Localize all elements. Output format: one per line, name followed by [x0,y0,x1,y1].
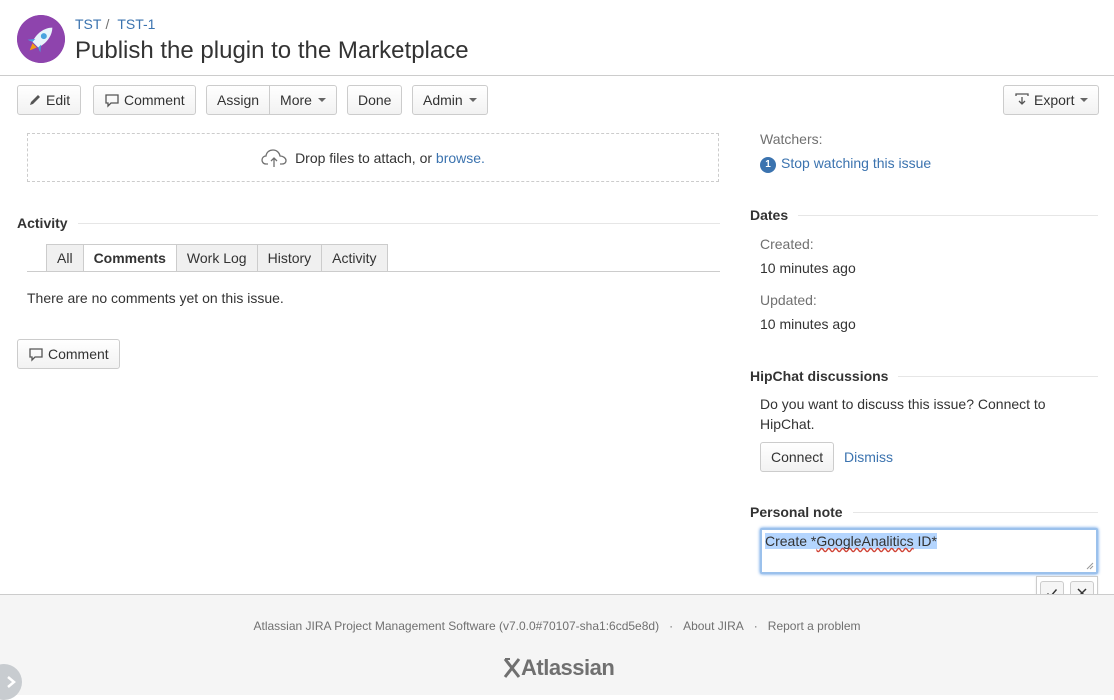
issue-title[interactable]: Publish the plugin to the Marketplace [75,37,469,65]
dropzone-text: Drop files to attach, or [295,149,433,166]
issue-header: TST / TST-1 Publish the plugin to the Mark… [0,0,1114,76]
done-button[interactable]: Done [347,85,403,115]
dates-heading-label: Dates [750,207,789,223]
edit-button[interactable]: Edit [17,85,82,115]
chevron-down-icon [468,98,477,102]
watchers-label: Watchers: [760,131,823,147]
download-icon [1015,93,1029,105]
updated-label: Updated: [760,292,817,308]
dates-heading: Dates [750,207,1098,223]
hipchat-message: Do you want to discuss this issue? Conne… [760,396,1046,432]
chevron-down-icon [1080,98,1089,102]
resize-handle-icon[interactable] [1086,562,1094,570]
speech-bubble-icon [29,348,43,362]
hipchat-heading-label: HipChat discussions [750,368,889,384]
tab-history-label: History [267,250,312,266]
more-dropdown-button[interactable]: More [270,85,337,115]
edit-button-label: Edit [46,92,71,108]
attachment-dropzone[interactable]: Drop files to attach, or browse. [27,133,719,182]
tab-all-label: All [57,250,73,266]
pencil-icon [30,95,40,105]
divider [798,214,1098,216]
comment-button[interactable]: Comment [93,85,196,115]
about-jira-link[interactable]: About JIRA [683,619,744,633]
connect-button[interactable]: Connect [760,442,835,472]
more-button-label: More [280,92,312,108]
activity-tabs: All Comments Work Log History Activity [46,244,388,272]
chevron-down-icon [317,98,326,102]
cloud-upload-icon [261,148,287,167]
divider [852,511,1098,513]
atlassian-logo[interactable]: Atlassian [503,655,615,681]
activity-heading-label: Activity [17,215,68,231]
tab-comments-label: Comments [93,250,166,266]
tab-all[interactable]: All [46,244,83,272]
atlassian-x-icon [503,658,521,678]
browse-link[interactable]: browse. [436,150,485,166]
note-text-suffix: ID* [913,533,937,549]
footer-separator: · [753,619,758,633]
no-comments-message: There are no comments yet on this issue. [27,290,284,306]
done-button-label: Done [358,92,392,108]
tabs-underline [27,271,720,272]
created-label: Created: [760,236,814,252]
tab-work-log[interactable]: Work Log [175,244,257,272]
tab-activity-label: Activity [332,250,377,266]
chevron-right-icon [7,676,16,688]
tab-work-log-label: Work Log [186,250,247,266]
export-button-label: Export [1034,92,1075,108]
note-text-misspelled: GoogleAnalitics [816,533,914,549]
tab-comments[interactable]: Comments [82,244,176,272]
export-dropdown-button[interactable]: Export [1003,85,1100,115]
speech-bubble-icon [105,94,119,108]
footer-links: Atlassian JIRA Project Management Softwa… [0,619,1114,633]
tab-activity[interactable]: Activity [321,244,388,272]
footer-separator: · [669,619,674,633]
breadcrumb-separator: / [105,16,110,32]
assign-more-group: Assign More [206,85,337,115]
created-value: 10 minutes ago [760,260,856,276]
atlassian-logo-text: Atlassian [521,655,615,680]
hipchat-heading: HipChat discussions [750,368,1098,384]
divider [77,222,720,224]
connect-button-label: Connect [771,449,824,465]
watch-toggle: 1 Stop watching this issue [760,155,931,173]
assign-button-label: Assign [217,92,260,108]
footer-version-link[interactable]: Atlassian JIRA Project Management Softwa… [254,619,660,633]
comment-button-label: Comment [124,92,185,108]
updated-value: 10 minutes ago [760,316,856,332]
personal-note-heading-label: Personal note [750,504,843,520]
breadcrumb-project-link[interactable]: TST [75,16,101,32]
dismiss-link[interactable]: Dismiss [844,449,893,465]
add-comment-button[interactable]: Comment [17,339,120,369]
divider [898,375,1098,377]
breadcrumb-issue-link[interactable]: TST-1 [117,16,155,32]
assign-button[interactable]: Assign [206,85,271,115]
page-footer: Atlassian JIRA Project Management Softwa… [0,594,1114,695]
admin-button-label: Admin [423,92,463,108]
stop-watching-link[interactable]: Stop watching this issue [781,155,931,171]
activity-heading: Activity [17,215,720,231]
report-problem-link[interactable]: Report a problem [768,619,861,633]
add-comment-button-label: Comment [48,346,109,362]
personal-note-textarea[interactable]: Create *GoogleAnalitics ID* [760,528,1098,574]
rocket-icon [17,15,65,63]
personal-note-heading: Personal note [750,504,1098,520]
project-avatar[interactable] [17,15,65,63]
watchers-count-badge: 1 [760,157,776,173]
breadcrumb: TST / TST-1 [75,16,155,32]
tab-history[interactable]: History [256,244,322,272]
admin-dropdown-button[interactable]: Admin [412,85,488,115]
note-text-prefix: Create * [765,533,817,549]
